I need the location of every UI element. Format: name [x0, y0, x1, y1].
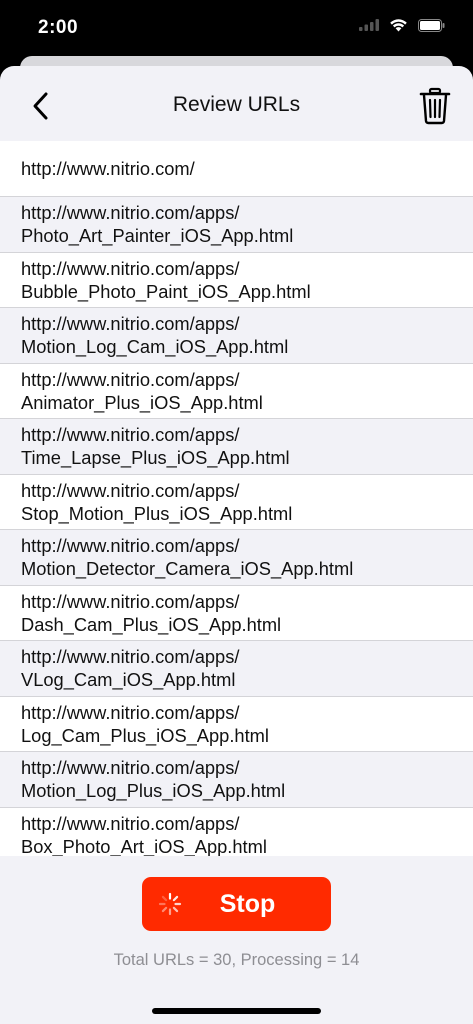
url-text: Bubble_Photo_Paint_iOS_App.html	[21, 280, 311, 302]
url-text: http://www.nitrio.com/	[21, 158, 195, 179]
url-text: Motion_Detector_Camera_iOS_App.html	[21, 558, 354, 579]
url-text: http://www.nitrio.com/apps/	[21, 590, 240, 612]
url-text: Photo_Art_Painter_iOS_App.html	[21, 225, 294, 246]
url-text: http://www.nitrio.com/apps/	[21, 535, 240, 556]
list-item[interactable]: http://www.nitrio.com/apps/ Motion_Log_P…	[0, 752, 473, 808]
url-text: http://www.nitrio.com/apps/	[21, 424, 240, 445]
signal-icon	[359, 19, 379, 31]
url-text: http://www.nitrio.com/apps/	[21, 479, 240, 501]
url-text: Log_Cam_Plus_iOS_App.html	[21, 724, 269, 746]
url-text: Motion_Log_Plus_iOS_App.html	[21, 780, 286, 801]
url-text: Box_Photo_Art_iOS_App.html	[21, 835, 267, 857]
trash-icon	[419, 87, 451, 125]
list-item[interactable]: http://www.nitrio.com/apps/ Box_Photo_Ar…	[0, 807, 473, 857]
url-text: Motion_Log_Cam_iOS_App.html	[21, 336, 289, 357]
nav-bar: Review URLs	[0, 66, 473, 142]
url-text: Animator_Plus_iOS_App.html	[21, 391, 263, 413]
url-text: http://www.nitrio.com/apps/	[21, 313, 240, 334]
list-item[interactable]: http://www.nitrio.com/	[0, 141, 473, 197]
list-item[interactable]: http://www.nitrio.com/apps/ Photo_Art_Pa…	[0, 197, 473, 253]
review-urls-sheet: Review URLs http://www.nitrio.com/ http:…	[0, 66, 473, 1024]
wifi-icon	[390, 19, 407, 32]
url-text: http://www.nitrio.com/apps/	[21, 701, 240, 723]
url-text: http://www.nitrio.com/apps/	[21, 202, 240, 223]
status-icons	[359, 18, 445, 32]
url-text: http://www.nitrio.com/apps/	[21, 812, 240, 834]
url-text: http://www.nitrio.com/apps/	[21, 757, 240, 778]
list-item[interactable]: http://www.nitrio.com/apps/ Motion_Log_C…	[0, 308, 473, 364]
list-item[interactable]: http://www.nitrio.com/apps/ Stop_Motion_…	[0, 474, 473, 530]
url-text: http://www.nitrio.com/apps/	[21, 368, 240, 390]
list-item[interactable]: http://www.nitrio.com/apps/ Animator_Plu…	[0, 363, 473, 419]
url-text: Dash_Cam_Plus_iOS_App.html	[21, 613, 282, 635]
stop-button-label: Stop	[219, 889, 276, 918]
status-bar: 2:00	[0, 0, 473, 56]
url-count-status: Total URLs = 30, Processing = 14	[113, 951, 360, 969]
url-text: Stop_Motion_Plus_iOS_App.html	[21, 502, 293, 524]
activity-spinner-icon	[158, 892, 182, 916]
url-list[interactable]: http://www.nitrio.com/ http://www.nitrio…	[0, 141, 473, 856]
url-text: http://www.nitrio.com/apps/	[21, 257, 240, 279]
status-time: 2:00	[38, 17, 79, 38]
list-item[interactable]: http://www.nitrio.com/apps/ Dash_Cam_Plu…	[0, 585, 473, 641]
home-indicator[interactable]	[152, 1008, 321, 1014]
list-item[interactable]: http://www.nitrio.com/apps/ Time_Lapse_P…	[0, 419, 473, 475]
stop-button[interactable]: Stop	[142, 877, 331, 931]
delete-button[interactable]	[419, 86, 451, 126]
page-title: Review URLs	[172, 93, 301, 116]
url-text: Time_Lapse_Plus_iOS_App.html	[21, 447, 290, 468]
url-text: VLog_Cam_iOS_App.html	[21, 669, 236, 690]
battery-icon	[418, 18, 445, 32]
list-item[interactable]: http://www.nitrio.com/apps/ Motion_Detec…	[0, 530, 473, 586]
url-text: http://www.nitrio.com/apps/	[21, 646, 240, 667]
list-item[interactable]: http://www.nitrio.com/apps/ VLog_Cam_iOS…	[0, 641, 473, 697]
list-item[interactable]: http://www.nitrio.com/apps/ Bubble_Photo…	[0, 252, 473, 308]
list-item[interactable]: http://www.nitrio.com/apps/ Log_Cam_Plus…	[0, 696, 473, 752]
